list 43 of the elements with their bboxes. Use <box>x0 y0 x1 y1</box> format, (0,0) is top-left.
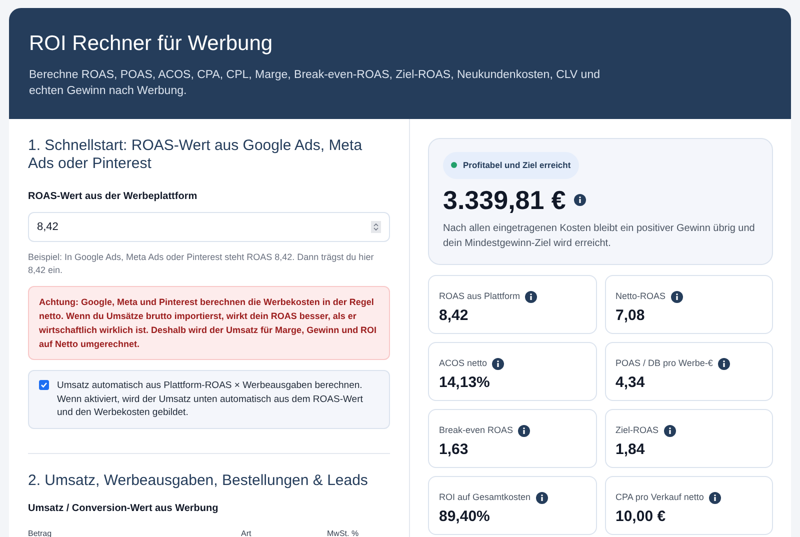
metric-value: 89,40% <box>439 507 491 528</box>
warning-alert: Achtung: Google, Meta und Pinterest berechnen die Werbekosten in der Regel netto. Wenn du Umsätze brutto importierst, wirkt dein ROAS besser, als er wirtschaftlich wirklich ist. Deshalb wird der Umsatz für Marge, Gewinn und ROI auf Netto umgerechnet. <box>28 286 390 360</box>
metric-label: POAS / DB pro Werbe-€ <box>616 356 713 370</box>
info-icon[interactable] <box>536 492 548 504</box>
profit-value: 3.339,81 € <box>443 184 566 215</box>
field-label: Umsatz / Conversion-Wert aus Werbung <box>28 502 220 516</box>
info-icon[interactable] <box>708 492 721 504</box>
section-heading: 1. Schnellstart: ROAS-Wert aus Google Ads, Meta Ads oder Pinterest <box>28 137 364 173</box>
section-heading: 2. Umsatz, Werbeausgaben, Bestellungen & Leads <box>28 472 369 490</box>
column-header: MwSt. % <box>327 528 359 537</box>
info-icon[interactable] <box>525 290 538 302</box>
roas-input-field[interactable]: 8,42 <box>28 212 390 242</box>
metric-value: 7,08 <box>616 306 646 326</box>
metric-label: ROI auf Gesamtkosten <box>439 490 531 504</box>
info-icon[interactable] <box>670 290 683 302</box>
stepper-icon[interactable] <box>371 221 381 233</box>
info-icon[interactable] <box>664 424 676 436</box>
metric-label: Netto-ROAS <box>616 290 666 303</box>
metric-value: 14,13% <box>439 373 491 394</box>
hint-text: Beispiel: In Google Ads, Meta Ads oder Pinterest steht ROAS 8,42. Dann trägst du hier 8,42 ein. <box>28 251 375 277</box>
info-icon[interactable] <box>492 358 504 370</box>
column-header: Betrag <box>28 528 53 537</box>
info-icon[interactable] <box>574 194 586 206</box>
metric-label: CPA pro Verkauf netto <box>616 490 704 504</box>
metric-value: 1,63 <box>439 440 470 460</box>
metric-value: 4,34 <box>616 373 646 394</box>
metric-value: 8,42 <box>439 306 470 326</box>
summary-description: Nach allen eingetragenen Kosten bleibt ein positiver Gewinn übrig und dein Mindestgewinn-Ziel wird erreicht. <box>443 222 756 251</box>
page-subtitle: Berechne ROAS, POAS, ACOS, CPA, CPL, Marge, Break-even-ROAS, Ziel-ROAS, Neukundenkosten, CLV und echten Gewinn nach Werbung. <box>29 68 601 99</box>
metric-label: Break-even ROAS <box>439 424 514 437</box>
metric-label: ROAS aus Plattform <box>439 290 520 303</box>
checkbox[interactable] <box>39 380 49 390</box>
field-label: ROAS-Wert aus der Werbeplattform <box>28 190 198 204</box>
info-icon[interactable] <box>718 358 730 370</box>
metric-label: ACOS netto <box>439 356 488 370</box>
metric-label: Ziel-ROAS <box>616 424 659 437</box>
status-text: Profitabel und Ziel erreicht <box>463 159 571 172</box>
page-title: ROI Rechner für Werbung <box>29 31 274 57</box>
column-header: Art <box>241 528 252 537</box>
info-icon[interactable] <box>518 424 530 436</box>
metric-value: 1,84 <box>616 440 646 460</box>
metric-value: 10,00 € <box>616 507 667 528</box>
auto-revenue-option[interactable]: Umsatz automatisch aus Plattform-ROAS × Werbeausgaben berechnen. Wenn aktiviert, wird der Umsatz unten automatisch aus dem ROAS-Wert und den Werbekosten gebildet. <box>28 370 390 428</box>
